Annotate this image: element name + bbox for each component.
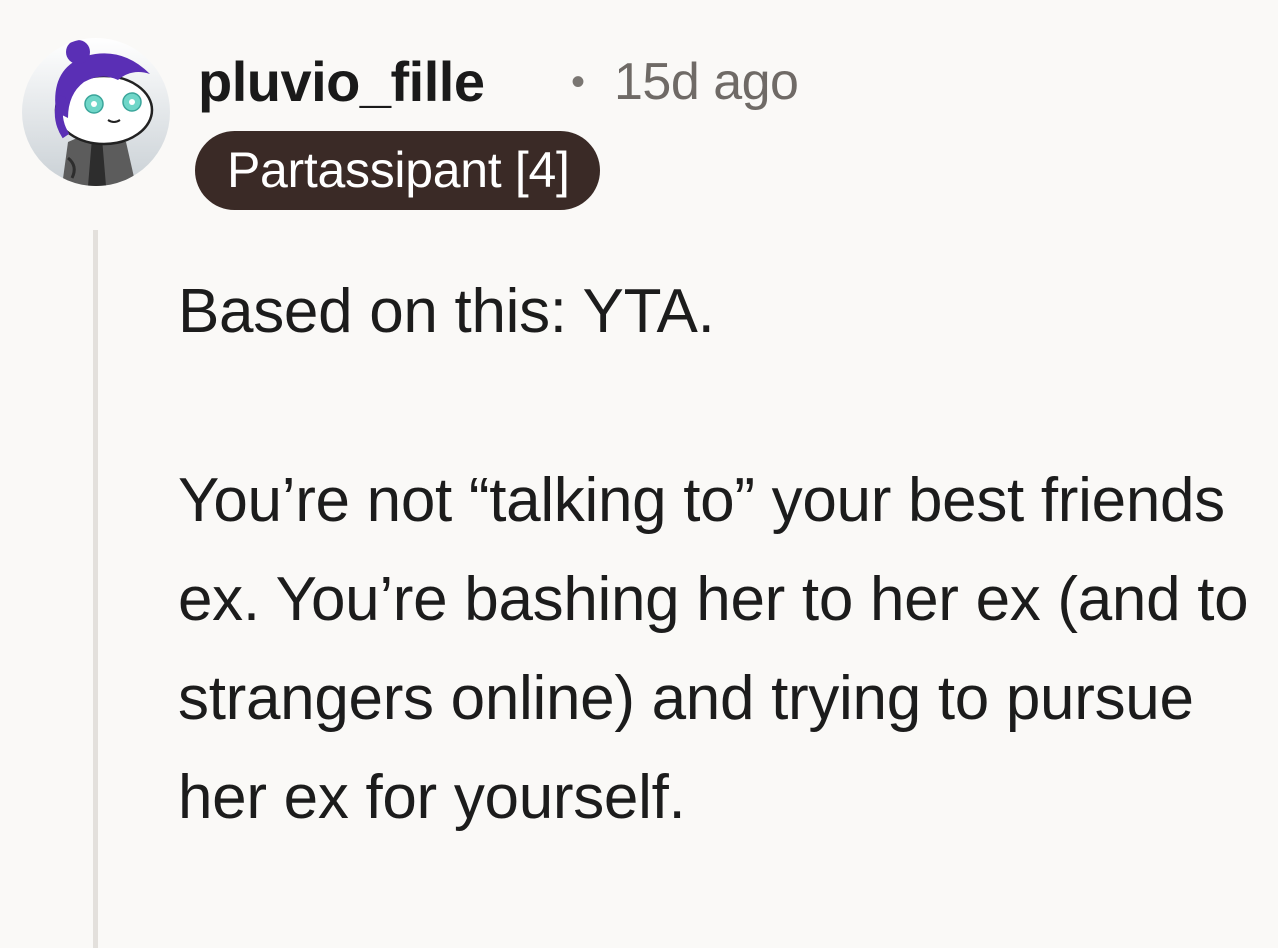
thread-collapse-line[interactable]	[93, 230, 98, 948]
user-flair-badge: Partassipant [4]	[195, 131, 600, 210]
user-avatar[interactable]	[22, 38, 170, 186]
comment-body: Based on this: YTA. You’re not “talking …	[178, 262, 1258, 847]
comment-timestamp[interactable]: 15d ago	[614, 50, 799, 114]
comment-paragraph: You’re not “talking to” your best friend…	[178, 466, 1249, 832]
meta-separator: •	[571, 60, 586, 104]
comment-paragraph: Based on this: YTA.	[178, 277, 715, 346]
snoo-avatar-icon	[22, 38, 170, 186]
comment-author[interactable]: pluvio_fille	[198, 50, 485, 114]
